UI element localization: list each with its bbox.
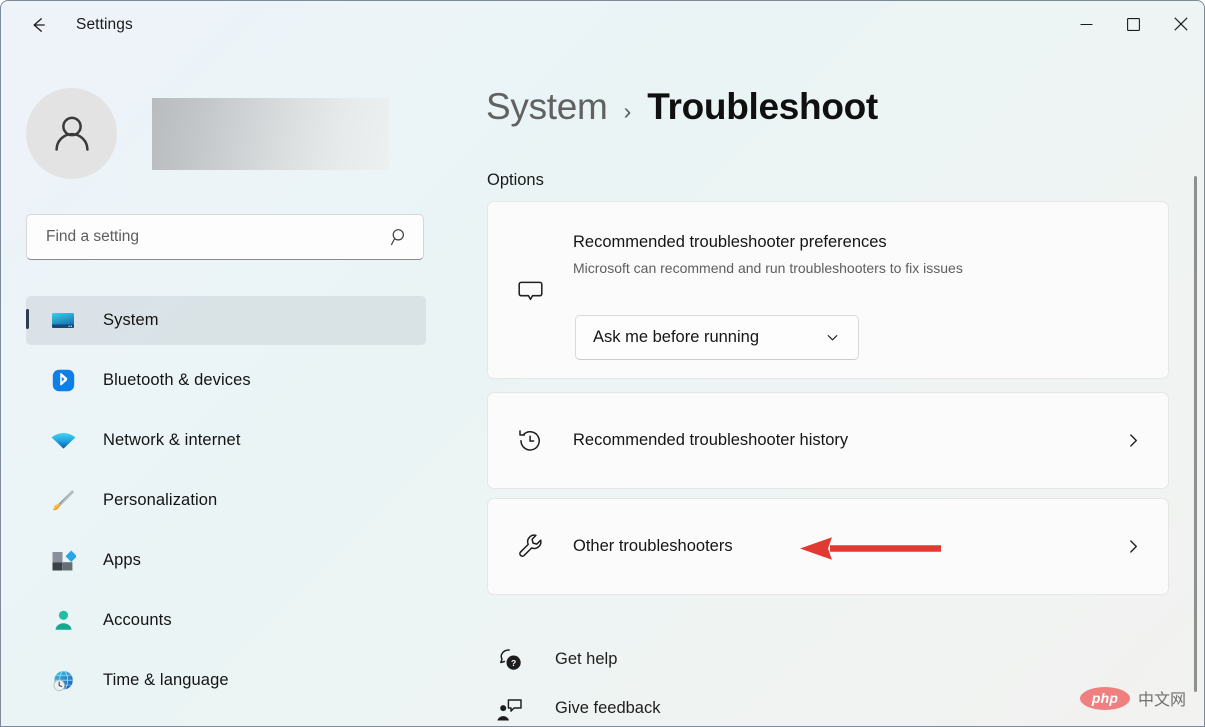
chevron-right-icon <box>1125 432 1142 449</box>
sidebar-item-time-language[interactable]: Time & language <box>26 656 426 705</box>
profile-name-redacted <box>152 97 389 170</box>
settings-window: Settings Find a setting System Bluetooth… <box>0 0 1205 727</box>
card-title: Recommended troubleshooter history <box>573 431 849 449</box>
card-other-troubleshooters[interactable]: Other troubleshooters <box>487 498 1169 595</box>
minimize-button[interactable] <box>1063 1 1110 47</box>
maximize-button[interactable] <box>1110 1 1157 47</box>
chat-bubble-icon <box>512 273 548 309</box>
back-button[interactable] <box>19 9 57 41</box>
apps-blocks-icon <box>48 546 78 576</box>
dropdown-selected-value: Ask me before running <box>593 328 760 346</box>
give-feedback-link[interactable]: Give feedback <box>487 684 987 726</box>
card-title: Other troubleshooters <box>573 537 733 555</box>
app-title: Settings <box>76 16 133 33</box>
maximize-icon <box>1127 17 1140 31</box>
card-title: Recommended troubleshooter preferences <box>573 233 887 251</box>
history-clock-icon <box>512 423 548 459</box>
sidebar-item-network-internet[interactable]: Network & internet <box>26 416 426 465</box>
sidebar-item-label: Time & language <box>103 671 229 689</box>
scrollbar-thumb[interactable] <box>1194 176 1197 692</box>
sidebar-item-personalization[interactable]: Personalization <box>26 476 426 525</box>
link-label: Give feedback <box>555 699 661 717</box>
person-avatar-icon <box>54 116 89 151</box>
wrench-icon <box>512 529 548 565</box>
arrow-left-icon <box>33 18 45 32</box>
sidebar-item-label: Bluetooth & devices <box>103 371 251 389</box>
main-content: System › Troubleshoot Options Recommende… <box>448 49 1204 726</box>
chevron-right-icon <box>1125 538 1142 555</box>
sidebar-item-label: Network & internet <box>103 431 241 449</box>
sidebar-item-apps[interactable]: Apps <box>26 536 426 585</box>
close-icon <box>1173 17 1188 31</box>
globe-clock-icon <box>48 666 78 696</box>
bluetooth-icon <box>48 366 78 396</box>
breadcrumb-parent[interactable]: System <box>486 86 608 128</box>
sidebar-item-label: Personalization <box>103 491 218 509</box>
svg-text:?: ? <box>511 657 516 667</box>
search-icon <box>390 229 405 246</box>
wifi-icon <box>48 426 78 456</box>
avatar <box>26 88 117 179</box>
get-help-icon: ? <box>493 643 527 677</box>
close-button[interactable] <box>1157 1 1204 47</box>
account-person-icon <box>48 606 78 636</box>
sidebar-item-label: System <box>103 311 159 329</box>
user-profile[interactable] <box>26 88 389 179</box>
monitor-icon <box>48 306 78 336</box>
search-box[interactable] <box>26 214 424 260</box>
sidebar-item-accounts[interactable]: Accounts <box>26 596 426 645</box>
footer-links: ? Get help Give feedback <box>487 635 987 726</box>
title-bar: Settings <box>1 1 1204 49</box>
paintbrush-icon <box>48 486 78 516</box>
main-scrollbar[interactable] <box>1190 176 1200 716</box>
search-button[interactable] <box>377 215 423 259</box>
get-help-link[interactable]: ? Get help <box>487 635 987 684</box>
breadcrumb: System › Troubleshoot <box>486 86 878 128</box>
breadcrumb-separator: › <box>623 98 632 124</box>
link-label: Get help <box>555 650 618 668</box>
window-caption-buttons <box>1063 1 1204 47</box>
minimize-icon <box>1080 23 1093 25</box>
section-heading-options: Options <box>487 171 544 189</box>
sidebar-item-label: Accounts <box>103 611 172 629</box>
chevron-down-icon <box>825 330 840 345</box>
card-subtitle: Microsoft can recommend and run troubles… <box>573 260 963 276</box>
sidebar-item-bluetooth-devices[interactable]: Bluetooth & devices <box>26 356 426 405</box>
sidebar-nav: System Bluetooth & devices Network & int… <box>26 296 426 716</box>
search-input[interactable] <box>27 228 377 246</box>
sidebar: System Bluetooth & devices <box>1 49 448 726</box>
card-recommended-troubleshooter-history[interactable]: Recommended troubleshooter history <box>487 392 1169 489</box>
sidebar-item-system[interactable]: System <box>26 296 426 345</box>
give-feedback-icon <box>493 692 527 726</box>
page-title: Troubleshoot <box>647 86 878 127</box>
card-recommended-troubleshooter-preferences: Recommended troubleshooter preferences M… <box>487 201 1169 379</box>
recommended-troubleshooter-preference-dropdown[interactable]: Ask me before running <box>575 315 859 360</box>
sidebar-item-label: Apps <box>103 551 142 569</box>
